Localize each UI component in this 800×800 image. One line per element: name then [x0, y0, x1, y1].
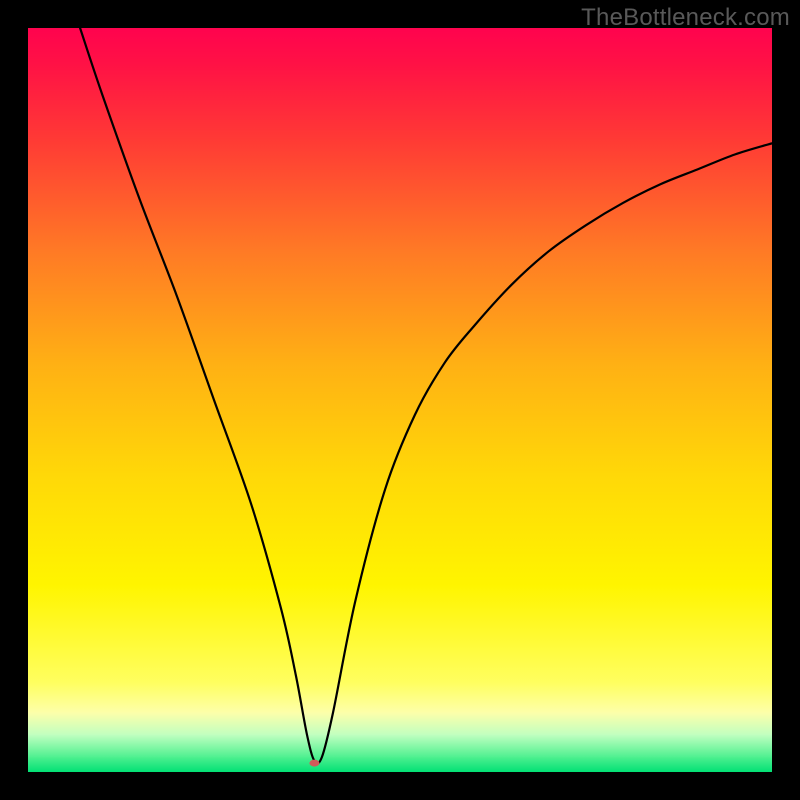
chart-svg: [28, 28, 772, 772]
marker-layer: [309, 760, 319, 767]
optimal-point-marker: [309, 760, 319, 767]
watermark-text: TheBottleneck.com: [581, 4, 790, 32]
gradient-background: [28, 28, 772, 772]
chart-frame: TheBottleneck.com: [0, 0, 800, 800]
plot-area: [28, 28, 772, 772]
